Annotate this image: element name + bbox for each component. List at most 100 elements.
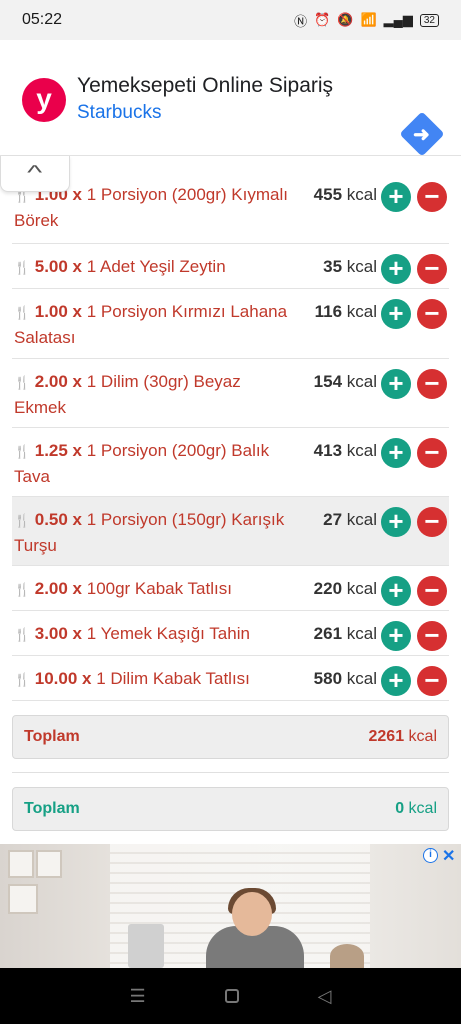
calorie-unit: kcal: [346, 510, 377, 529]
utensils-icon: 🍴: [14, 513, 31, 528]
increase-portion-button[interactable]: +: [381, 666, 411, 696]
food-quantity: 0.50 x: [34, 510, 82, 529]
food-quantity: 1.00 x: [34, 302, 82, 321]
collapse-button[interactable]: ^: [0, 156, 70, 192]
food-row[interactable]: 🍴 1.00 x 1 Porsiyon (200gr) Kıymalı Böre…: [12, 160, 449, 244]
calorie-value: 261: [313, 624, 343, 643]
food-calories: 35 kcal: [323, 254, 377, 279]
menu-icon[interactable]: ☰: [130, 986, 146, 1007]
calorie-unit: kcal: [346, 624, 377, 643]
increase-portion-button[interactable]: +: [381, 254, 411, 284]
yemeksepeti-logo[interactable]: y: [22, 78, 66, 122]
divider: [12, 772, 449, 773]
food-quantity: 2.00 x: [34, 372, 82, 391]
calorie-value: 220: [313, 579, 343, 598]
food-quantity: 2.00 x: [34, 579, 82, 598]
nfc-icon: Ⓝ: [294, 13, 308, 29]
food-row[interactable]: 🍴 5.00 x 1 Adet Yeşil Zeytin 35 kcal + −: [12, 244, 449, 289]
signal-icon: ▂▄▆: [383, 12, 413, 27]
alarm-icon: ⏰: [314, 12, 331, 27]
calorie-value: 455: [313, 185, 343, 204]
home-icon[interactable]: [224, 989, 239, 1003]
food-row[interactable]: 🍴 1.00 x 1 Porsiyon Kırmızı Lahana Salat…: [12, 289, 449, 359]
calorie-unit: kcal: [346, 441, 377, 460]
food-description: 🍴 0.50 x 1 Porsiyon (150gr) Karışık Turş…: [14, 507, 294, 558]
ad-image-frame: [8, 850, 34, 878]
status-bar: 05:22 Ⓝ ⏰ 🔕 📶 ▂▄▆ 32: [0, 0, 461, 40]
calorie-value: 413: [313, 441, 343, 460]
food-calories: 27 kcal: [323, 507, 377, 532]
food-quantity: 3.00 x: [34, 624, 82, 643]
wifi-icon: 📶: [360, 12, 377, 27]
food-name: 1 Dilim Kabak Tatlısı: [96, 669, 250, 688]
food-calories: 580 kcal: [314, 666, 377, 691]
decrease-portion-button[interactable]: −: [417, 182, 447, 212]
food-row[interactable]: 🍴 1.25 x 1 Porsiyon (200gr) Balık Tava 41…: [12, 428, 449, 497]
calorie-value: 580: [313, 669, 343, 688]
total-burned-row: Toplam 0 kcal: [12, 787, 449, 831]
ad-image-frame: [36, 850, 62, 878]
decrease-portion-button[interactable]: −: [417, 507, 447, 537]
increase-portion-button[interactable]: +: [381, 299, 411, 329]
food-quantity: 5.00 x: [34, 257, 82, 276]
back-icon[interactable]: ◁: [318, 986, 332, 1007]
food-calories: 413 kcal: [314, 438, 377, 463]
total-label: Toplam: [24, 728, 80, 745]
food-calories: 261 kcal: [314, 621, 377, 646]
ad-subtitle[interactable]: Starbucks: [77, 102, 161, 124]
food-row[interactable]: 🍴 10.00 x 1 Dilim Kabak Tatlısı 580 kcal +…: [12, 656, 449, 701]
ad-banner-top[interactable]: y Yemeksepeti Online Sipariş Starbucks ➜…: [0, 40, 461, 193]
calorie-unit: kcal: [346, 669, 377, 688]
decrease-portion-button[interactable]: −: [417, 369, 447, 399]
increase-portion-button[interactable]: +: [381, 438, 411, 468]
food-quantity: 10.00 x: [34, 669, 92, 688]
status-icons: Ⓝ ⏰ 🔕 📶 ▂▄▆ 32: [294, 11, 439, 30]
ad-info-icon[interactable]: i: [423, 848, 438, 863]
food-row[interactable]: 🍴 0.50 x 1 Porsiyon (150gr) Karışık Turş…: [12, 497, 449, 566]
increase-portion-button[interactable]: +: [381, 576, 411, 606]
food-row[interactable]: 🍴 2.00 x 100gr Kabak Tatlısı 220 kcal + −: [12, 566, 449, 611]
ad-close-icon[interactable]: ✕: [442, 846, 455, 866]
food-description: 🍴 1.25 x 1 Porsiyon (200gr) Balık Tava: [14, 438, 294, 489]
decrease-portion-button[interactable]: −: [417, 254, 447, 284]
utensils-icon: 🍴: [14, 672, 31, 687]
calorie-unit: kcal: [346, 302, 377, 321]
food-description: 🍴 10.00 x 1 Dilim Kabak Tatlısı: [14, 666, 294, 692]
food-calories: 455 kcal: [314, 182, 377, 207]
increase-portion-button[interactable]: +: [381, 621, 411, 651]
calorie-value: 154: [313, 372, 343, 391]
total-unit: kcal: [408, 728, 437, 745]
decrease-portion-button[interactable]: −: [417, 438, 447, 468]
total-number: 2261: [368, 728, 405, 745]
utensils-icon: 🍴: [14, 375, 31, 390]
utensils-icon: 🍴: [14, 260, 31, 275]
food-description: 🍴 1.00 x 1 Porsiyon Kırmızı Lahana Salat…: [14, 299, 294, 350]
calorie-value: 116: [314, 302, 343, 321]
ad-banner-bottom[interactable]: i ✕: [0, 844, 461, 968]
food-name: 100gr Kabak Tatlısı: [86, 579, 232, 598]
decrease-portion-button[interactable]: −: [417, 621, 447, 651]
calorie-unit: kcal: [346, 185, 377, 204]
calorie-value: 27: [323, 510, 343, 529]
food-row[interactable]: 🍴 3.00 x 1 Yemek Kaşığı Tahin 261 kcal + −: [12, 611, 449, 656]
decrease-portion-button[interactable]: −: [417, 576, 447, 606]
food-calories: 220 kcal: [314, 576, 377, 601]
food-name: 1 Adet Yeşil Zeytin: [86, 257, 226, 276]
total-unit: kcal: [408, 800, 437, 817]
food-name: 1 Yemek Kaşığı Tahin: [86, 624, 250, 643]
increase-portion-button[interactable]: +: [381, 369, 411, 399]
chevron-up-icon: ^: [27, 162, 43, 184]
food-row[interactable]: 🍴 2.00 x 1 Dilim (30gr) Beyaz Ekmek 154 k…: [12, 359, 449, 428]
calorie-unit: kcal: [346, 579, 377, 598]
status-time: 05:22: [22, 11, 63, 28]
ad-image-plant: [330, 944, 364, 968]
system-nav-bar: ☰ ◁: [0, 968, 461, 1024]
increase-portion-button[interactable]: +: [381, 182, 411, 212]
decrease-portion-button[interactable]: −: [417, 299, 447, 329]
increase-portion-button[interactable]: +: [381, 507, 411, 537]
utensils-icon: 🍴: [14, 627, 31, 642]
ad-image-frame: [8, 884, 38, 914]
ad-title[interactable]: Yemeksepeti Online Sipariş: [77, 74, 333, 98]
decrease-portion-button[interactable]: −: [417, 666, 447, 696]
food-quantity: 1.25 x: [34, 441, 82, 460]
